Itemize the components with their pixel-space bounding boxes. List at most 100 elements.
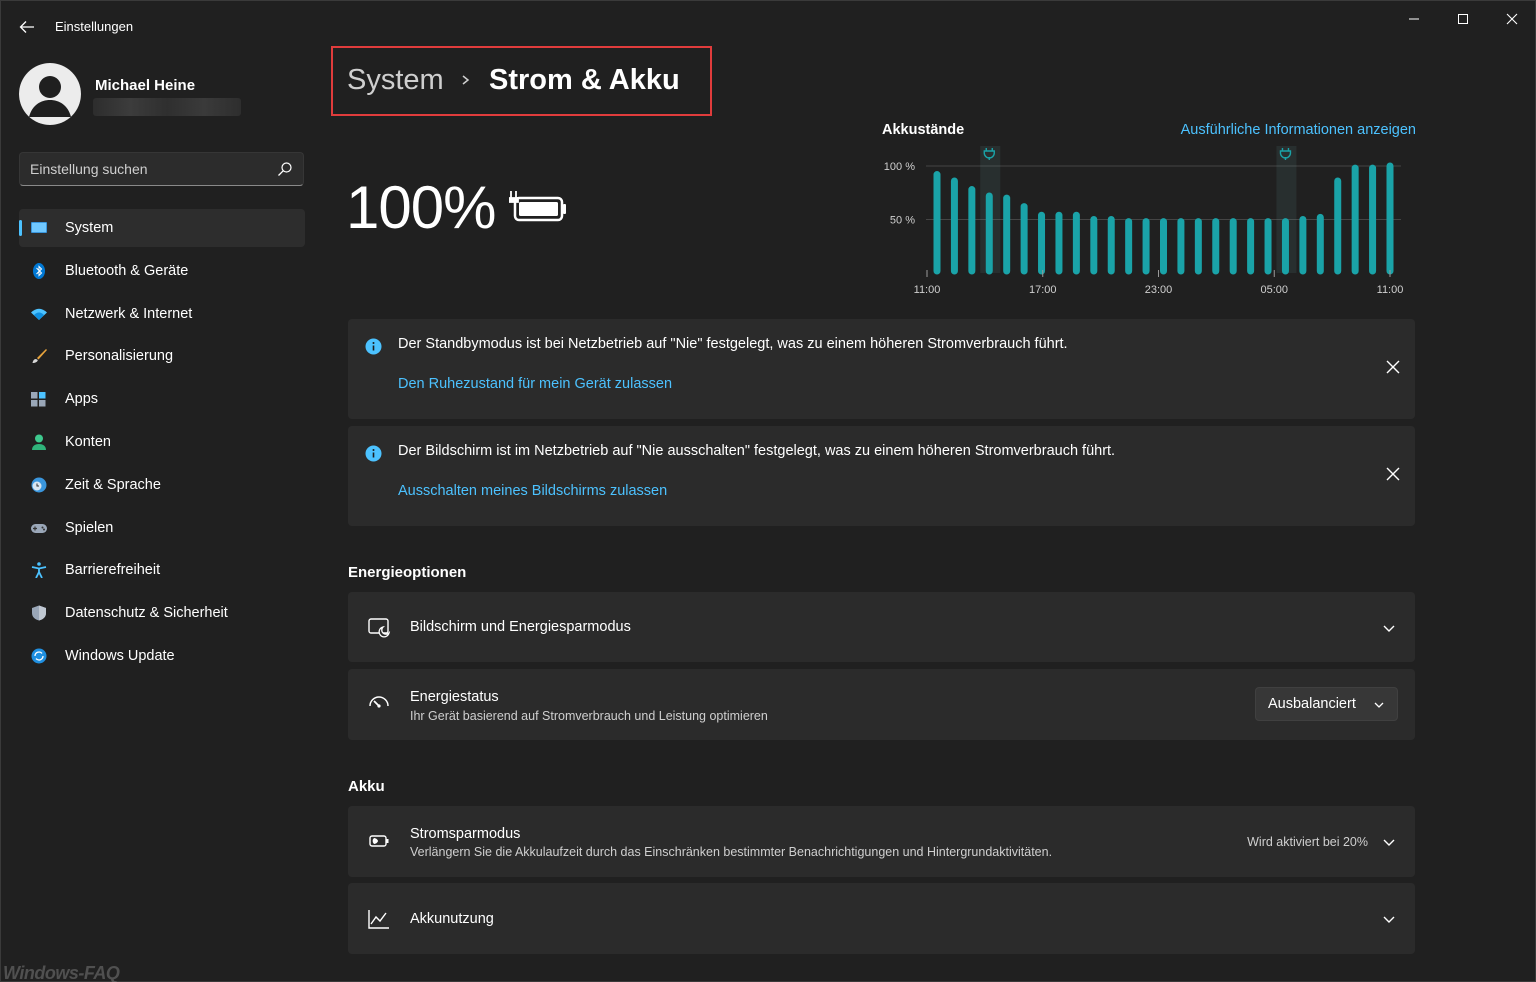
close-button[interactable] — [1489, 5, 1535, 33]
back-button[interactable] — [15, 15, 39, 39]
energy-options-heading: Energieoptionen — [348, 564, 467, 581]
y-tick-label: 100 % — [884, 161, 915, 173]
sidebar-item-accessibility[interactable]: Barrierefreiheit — [19, 551, 305, 589]
chart-title: Akkustände — [882, 122, 965, 138]
search-input[interactable] — [20, 153, 260, 185]
sidebar-item-label: Datenschutz & Sicherheit — [65, 605, 228, 622]
system-icon — [31, 222, 47, 233]
x-tick-label: 11:00 — [1377, 284, 1404, 296]
chevron-down-icon[interactable] — [1381, 911, 1397, 927]
screen-off-notice: Der Bildschirm ist im Netzbetrieb auf "N… — [348, 426, 1415, 526]
chevron-down-icon — [1374, 702, 1384, 708]
dismiss-icon[interactable] — [1385, 359, 1401, 375]
sidebar-item-label: Apps — [65, 391, 99, 408]
info-icon — [365, 338, 382, 355]
user-name: Michael Heine — [95, 77, 196, 94]
maximize-icon — [1458, 14, 1468, 24]
battery-saver-row[interactable]: Stromsparmodus Verlängern Sie die Akkula… — [348, 806, 1415, 877]
page-title: Strom & Akku — [489, 64, 680, 96]
saver-threshold: Wird aktiviert bei 20% — [1247, 835, 1368, 849]
screen-sleep-icon — [368, 618, 391, 638]
update-icon — [31, 648, 47, 664]
minimize-button[interactable] — [1391, 5, 1437, 33]
close-icon — [1506, 13, 1518, 25]
maximize-button[interactable] — [1440, 5, 1486, 33]
screen-sleep-row[interactable]: Bildschirm und Energiesparmodus — [348, 592, 1415, 662]
notice-message: Der Bildschirm ist im Netzbetrieb auf "N… — [398, 443, 1116, 459]
x-tick-label: 05:00 — [1260, 284, 1288, 296]
line-chart-icon — [368, 910, 389, 929]
watermark: Windows-FAQ — [3, 963, 120, 982]
allow-screen-off-link[interactable]: Ausschalten meines Bildschirms zulassen — [398, 483, 667, 499]
sidebar-item-label: Zeit & Sprache — [65, 476, 161, 493]
apps-icon — [31, 392, 46, 407]
battery-level-chart: 100 % 50 % 11:00 17:00 23:00 05:00 11:00 — [884, 146, 1404, 296]
battery-details-link[interactable]: Ausführliche Informationen anzeigen — [1101, 122, 1416, 138]
title-bar: Einstellungen — [1, 1, 1536, 51]
sidebar-item-label: Bluetooth & Geräte — [65, 262, 189, 279]
sidebar-item-label: Konten — [65, 433, 111, 450]
chevron-down-icon[interactable] — [1381, 620, 1397, 636]
sidebar-item-time-language[interactable]: Zeit & Sprache — [19, 466, 305, 504]
sidebar-item-network[interactable]: Netzwerk & Internet — [19, 295, 305, 333]
sidebar-item-windows-update[interactable]: Windows Update — [19, 637, 305, 675]
sidebar-item-gaming[interactable]: Spielen — [19, 509, 305, 547]
sidebar-item-bluetooth[interactable]: Bluetooth & Geräte — [19, 252, 305, 290]
battery-saver-icon — [369, 835, 389, 847]
breadcrumb-parent[interactable]: System — [347, 64, 444, 97]
settings-window: Einstellungen Michael Heine System — [0, 0, 1536, 982]
app-title: Einstellungen — [55, 19, 134, 34]
sidebar-item-label: Barrierefreiheit — [65, 562, 161, 579]
user-email-redacted — [93, 98, 241, 116]
x-tick-label: 11:00 — [914, 284, 941, 296]
chevron-right-icon — [462, 75, 470, 85]
row-title: Akkunutzung — [410, 911, 494, 927]
sidebar-item-label: Personalisierung — [65, 348, 174, 365]
sidebar-item-personalization[interactable]: Personalisierung — [19, 337, 305, 375]
search-icon[interactable] — [277, 161, 293, 177]
row-subtitle: Ihr Gerät basierend auf Stromverbrauch u… — [410, 709, 768, 723]
battery-heading: Akku — [348, 778, 385, 795]
sidebar-item-apps[interactable]: Apps — [19, 380, 305, 418]
row-subtitle: Verlängern Sie die Akkulaufzeit durch da… — [410, 845, 1053, 859]
sidebar-item-privacy-security[interactable]: Datenschutz & Sicherheit — [19, 594, 305, 632]
user-icon — [19, 63, 81, 125]
power-mode-row: Energiestatus Ihr Gerät basierend auf St… — [348, 669, 1415, 740]
sidebar-item-system[interactable]: System — [19, 209, 305, 247]
sidebar-item-accounts[interactable]: Konten — [19, 423, 305, 461]
allow-sleep-link[interactable]: Den Ruhezustand für mein Gerät zulassen — [398, 376, 672, 392]
arrow-left-icon — [19, 21, 34, 33]
dismiss-icon[interactable] — [1385, 466, 1401, 482]
row-title: Bildschirm und Energiesparmodus — [410, 619, 631, 635]
battery-charging-icon — [509, 191, 566, 222]
notice-message: Der Standbymodus ist bei Netzbetrieb auf… — [398, 336, 1068, 352]
power-mode-value: Ausbalanciert — [1268, 696, 1356, 712]
x-tick-label: 23:00 — [1145, 284, 1173, 296]
gauge-icon — [369, 696, 389, 708]
info-icon — [365, 445, 382, 462]
row-title: Energiestatus — [410, 689, 499, 705]
sidebar-item-label: System — [65, 220, 114, 236]
chevron-down-icon[interactable] — [1381, 834, 1397, 850]
power-mode-select[interactable]: Ausbalanciert — [1255, 687, 1398, 721]
settings-search[interactable] — [19, 152, 304, 186]
bluetooth-icon — [33, 262, 45, 279]
sidebar-item-label: Spielen — [65, 519, 114, 536]
avatar[interactable] — [19, 63, 81, 125]
battery-percentage: 100% — [346, 174, 496, 241]
y-tick-label: 50 % — [890, 215, 915, 227]
gamepad-icon — [31, 523, 47, 533]
standby-notice: Der Standbymodus ist bei Netzbetrieb auf… — [348, 319, 1415, 419]
sidebar-item-label: Netzwerk & Internet — [65, 305, 193, 322]
breadcrumb: System Strom & Akku — [331, 46, 712, 116]
shield-icon — [32, 605, 46, 621]
row-title: Stromsparmodus — [410, 826, 521, 842]
brush-icon — [32, 349, 47, 364]
sidebar-nav: System Bluetooth & Geräte Netzwerk & Int… — [19, 209, 305, 680]
globe-clock-icon — [31, 477, 47, 493]
battery-usage-row[interactable]: Akkunutzung — [348, 883, 1415, 954]
accessibility-icon — [31, 562, 47, 579]
account-icon — [32, 434, 46, 450]
x-tick-label: 17:00 — [1029, 284, 1057, 296]
minimize-icon — [1409, 18, 1419, 20]
